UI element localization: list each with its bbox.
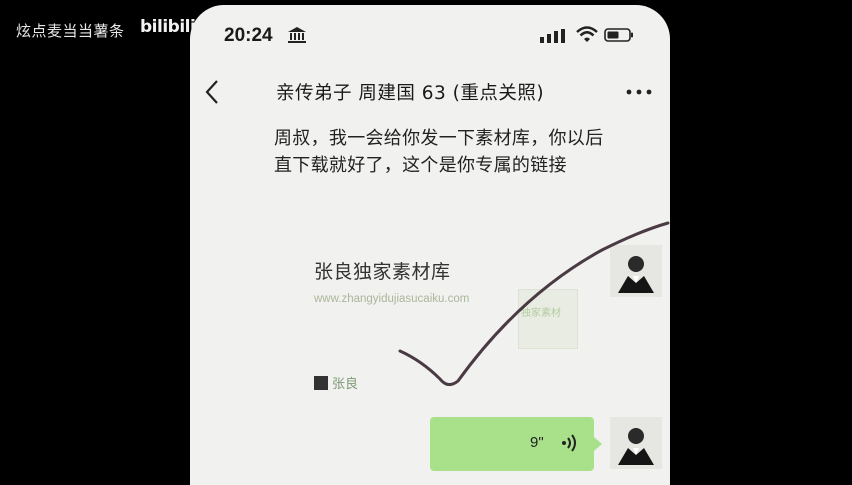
checkmark-annotation-icon <box>398 221 670 386</box>
phone-screen: 20:24 亲传弟子 周建国 63 (重点关照) 周叔，我一会给你发一下素材库，… <box>190 5 670 485</box>
watermark-text: 炫点麦当当薯条 <box>16 22 125 40</box>
bilibili-logo: bilibili <box>140 17 196 37</box>
